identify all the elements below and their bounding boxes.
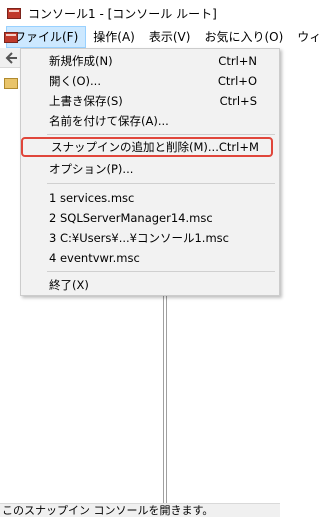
menu-item-new[interactable]: 新規作成(N) Ctrl+N [21,51,279,71]
folder-icon [4,78,18,89]
menu-item-recent-4[interactable]: 4 eventvwr.msc [21,248,279,268]
menu-separator [47,183,275,184]
menu-item-recent-3[interactable]: 3 C:¥Users¥...¥コンソール1.msc [21,228,279,248]
menu-item-open-label: 開く(O)... [49,74,101,88]
menu-item-exit[interactable]: 終了(X) [21,275,279,295]
menu-file[interactable]: ファイル(F) [6,26,87,48]
file-menu-dropdown: 新規作成(N) Ctrl+N 開く(O)... Ctrl+O 上書き保存(S) … [20,48,280,296]
menu-item-save-as-label: 名前を付けて保存(A)... [49,114,169,128]
mmc-app-icon [6,6,22,20]
menu-item-save-shortcut: Ctrl+S [219,94,257,108]
menu-item-new-shortcut: Ctrl+N [218,54,257,68]
menu-favorites[interactable]: お気に入り(O) [197,26,290,48]
menu-window[interactable]: ウィ [290,26,320,48]
menu-item-add-remove-snapin-shortcut: Ctrl+M [218,140,259,154]
recent-file-label: 3 C:¥Users¥...¥コンソール1.msc [49,231,229,245]
title-bar: コンソール1 - [コンソール ルート] [0,0,280,26]
menu-item-exit-label: 終了(X) [49,278,89,292]
menu-action[interactable]: 操作(A) [86,26,142,48]
menu-item-recent-2[interactable]: 2 SQLServerManager14.msc [21,208,279,228]
menu-item-options-label: オプション(P)... [49,162,134,176]
recent-file-label: 4 eventvwr.msc [49,251,140,265]
menu-view[interactable]: 表示(V) [142,26,198,48]
menu-item-recent-1[interactable]: 1 services.msc [21,188,279,208]
menu-item-save[interactable]: 上書き保存(S) Ctrl+S [21,91,279,111]
menu-item-new-label: 新規作成(N) [49,54,113,68]
status-bar: このスナップイン コンソールを開きます。 [0,503,280,517]
menu-item-open[interactable]: 開く(O)... Ctrl+O [21,71,279,91]
menu-item-save-as[interactable]: 名前を付けて保存(A)... [21,111,279,131]
recent-file-label: 2 SQLServerManager14.msc [49,211,213,225]
menu-item-options[interactable]: オプション(P)... [21,159,279,179]
window-title: コンソール1 - [コンソール ルート] [28,6,217,21]
menu-separator [47,134,275,135]
menu-bar: ファイル(F) 操作(A) 表示(V) お気に入り(O) ウィ [0,26,320,48]
menu-item-add-remove-snapin[interactable]: スナップインの追加と削除(M)... Ctrl+M [21,137,273,157]
back-arrow-icon[interactable] [4,51,18,65]
menu-separator [47,271,275,272]
recent-file-label: 1 services.msc [49,191,135,205]
menu-item-add-remove-snapin-label: スナップインの追加と削除(M)... [51,140,219,154]
menu-item-save-label: 上書き保存(S) [49,94,123,108]
menu-item-open-shortcut: Ctrl+O [217,74,257,88]
